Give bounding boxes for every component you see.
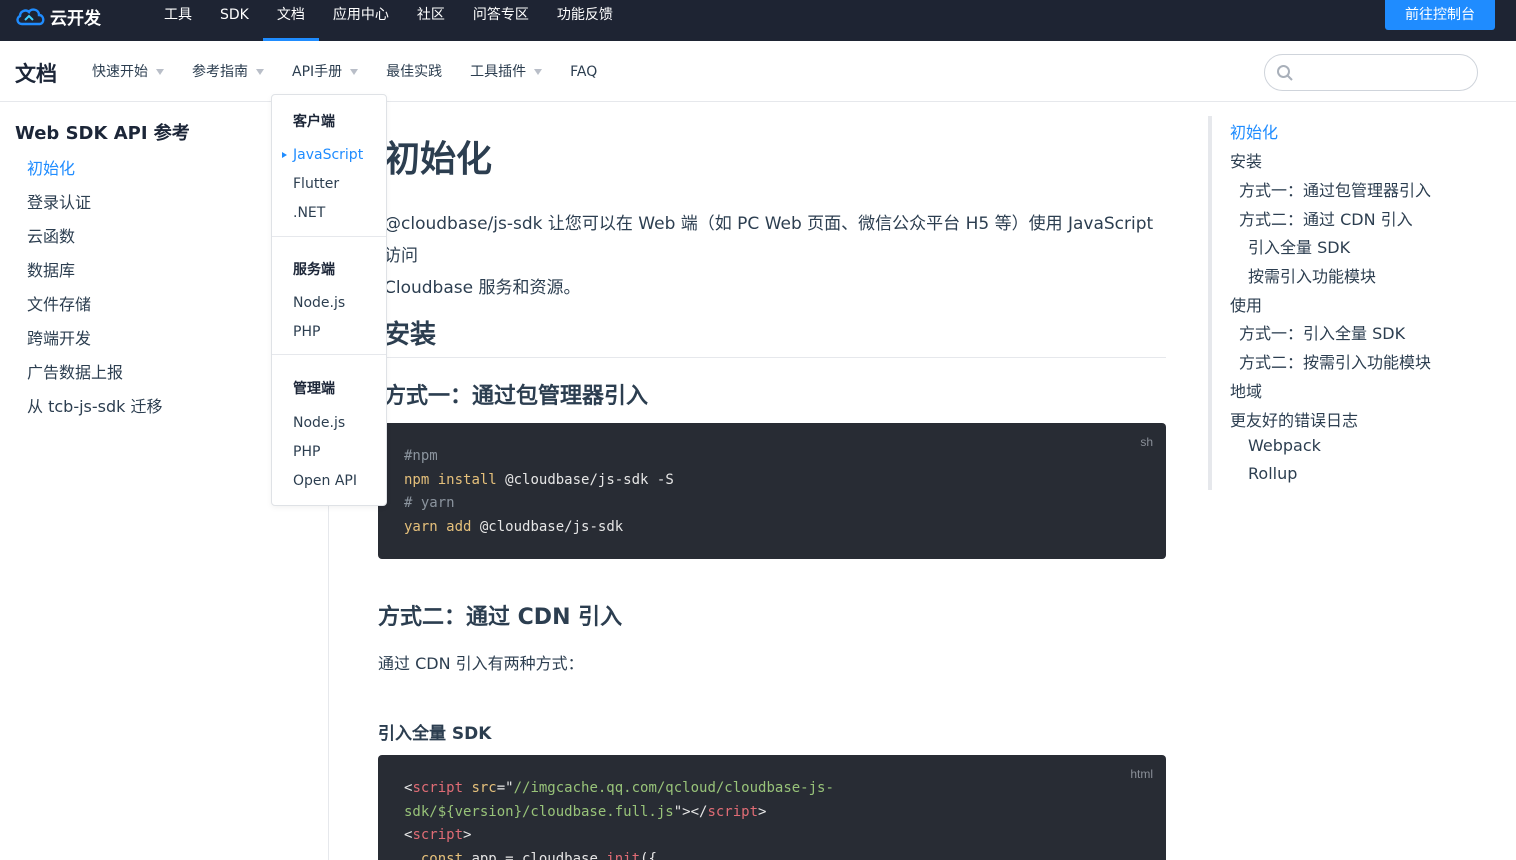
- code-line: sdk/${version}/cloudbase.full.js"></scri…: [404, 803, 767, 820]
- main-content: 初始化 @cloudbase/js-sdk 让您可以在 Web 端（如 PC W…: [329, 102, 1209, 860]
- toc-item[interactable]: 安装: [1230, 148, 1262, 172]
- logo[interactable]: 云开发: [14, 4, 101, 29]
- heading-install: 安装: [384, 314, 1166, 358]
- heading-method2: 方式二：通过 CDN 引入: [378, 605, 623, 630]
- console-button[interactable]: 前往控制台: [1385, 0, 1495, 30]
- caret-down-icon: [156, 68, 164, 75]
- heading-full-sdk: 引入全量 SDK: [378, 724, 492, 744]
- topnav-docs[interactable]: 文档: [262, 0, 319, 41]
- search-icon: [1277, 65, 1293, 81]
- toc-item[interactable]: 方式一：通过包管理器引入: [1239, 177, 1431, 201]
- sidebar-item-storage[interactable]: 文件存储: [27, 293, 163, 327]
- dropdown-divider: [272, 354, 386, 355]
- sidebar-title: Web SDK API 参考: [15, 123, 190, 144]
- dropdown-heading-client: 客户端: [293, 114, 335, 130]
- subnav-best-practice[interactable]: 最佳实践: [372, 41, 456, 102]
- code-block-sh: sh #npm npm install @cloudbase/js-sdk -S #…: [378, 423, 1166, 559]
- toc-item[interactable]: 方式二：通过 CDN 引入: [1239, 206, 1413, 230]
- intro-line: Cloudbase 服务和资源。: [384, 278, 581, 298]
- code-lang-label: html: [1130, 767, 1153, 781]
- topnav-tools[interactable]: 工具: [150, 0, 206, 41]
- sidebar-list: 初始化 登录认证 云函数 数据库 文件存储 跨端开发 广告数据上报 从 tcb-…: [27, 157, 163, 429]
- top-nav: 工具 SDK 文档 应用中心 社区 问答专区 功能反馈: [150, 0, 627, 41]
- caret-down-icon: [534, 68, 543, 75]
- sidebar-item-cross-platform[interactable]: 跨端开发: [27, 327, 163, 361]
- intro-line: @cloudbase/js-sdk 让您可以在 Web 端（如 PC Web 页…: [384, 214, 1154, 266]
- toc-item[interactable]: 地域: [1230, 378, 1262, 402]
- dropdown-item-open-api[interactable]: Open API: [293, 473, 357, 489]
- logo-text: 云开发: [50, 9, 101, 29]
- topnav-app-center[interactable]: 应用中心: [319, 0, 403, 41]
- sidebar-item-functions[interactable]: 云函数: [27, 225, 163, 259]
- dropdown-item-flutter[interactable]: Flutter: [293, 176, 339, 192]
- dropdown-item-dotnet[interactable]: .NET: [293, 205, 325, 221]
- toc-item[interactable]: 方式二：按需引入功能模块: [1239, 349, 1431, 373]
- topnav-qa[interactable]: 问答专区: [459, 0, 543, 41]
- dropdown-heading-admin: 管理端: [293, 381, 335, 397]
- code-line: npm install @cloudbase/js-sdk -S: [404, 471, 674, 488]
- toc-item[interactable]: 使用: [1230, 292, 1262, 316]
- toc-item[interactable]: Webpack: [1248, 436, 1321, 455]
- api-manual-dropdown: 客户端 JavaScript Flutter .NET 服务端 Node.js …: [271, 94, 387, 506]
- toc-item[interactable]: 方式一：引入全量 SDK: [1239, 320, 1405, 344]
- intro-paragraph: @cloudbase/js-sdk 让您可以在 Web 端（如 PC Web 页…: [384, 208, 1169, 304]
- dropdown-item-server-nodejs[interactable]: Node.js: [293, 295, 345, 311]
- caret-down-icon: [256, 68, 264, 75]
- code-line: #npm: [404, 448, 438, 464]
- dropdown-item-server-php[interactable]: PHP: [293, 324, 320, 340]
- cloud-logo-icon: [16, 7, 45, 25]
- dropdown-heading-server: 服务端: [293, 262, 335, 278]
- cdn-text: 通过 CDN 引入有两种方式：: [378, 654, 584, 673]
- toc-item[interactable]: Rollup: [1248, 464, 1297, 483]
- subnav-label: 最佳实践: [386, 63, 443, 80]
- sidebar-item-database[interactable]: 数据库: [27, 259, 163, 293]
- dropdown-divider: [272, 236, 386, 237]
- topnav-feedback[interactable]: 功能反馈: [543, 0, 627, 41]
- page-title: 初始化: [384, 139, 493, 180]
- toc-item[interactable]: 按需引入功能模块: [1248, 263, 1376, 287]
- subnav-tools-plugins[interactable]: 工具插件: [456, 41, 556, 102]
- code-block-html: html <script src="//imgcache.qq.com/qclo…: [378, 755, 1166, 860]
- toc-item[interactable]: 初始化: [1230, 119, 1278, 143]
- sidebar-item-migrate[interactable]: 从 tcb-js-sdk 迁移: [27, 395, 163, 429]
- dropdown-item-admin-nodejs[interactable]: Node.js: [293, 415, 345, 431]
- toc-item[interactable]: 引入全量 SDK: [1248, 234, 1350, 258]
- code-line: <script>: [404, 827, 472, 843]
- sub-nav: 文档 快速开始 参考指南 API手册 最佳实践 工具插件 FAQ: [0, 41, 1516, 102]
- code-line: const app = cloudbase.init({: [420, 850, 657, 860]
- code-lines: #npm npm install @cloudbase/js-sdk -S # ya…: [404, 445, 674, 539]
- code-lines: <script src="//imgcache.qq.com/qcloud/cl…: [404, 777, 834, 860]
- code-line: # yarn: [404, 495, 455, 511]
- subnav-label: 快速开始: [92, 63, 148, 80]
- top-bar: 云开发 工具 SDK 文档 应用中心 社区 问答专区 功能反馈 前往控制台: [0, 0, 1516, 41]
- sidebar-item-ad-report[interactable]: 广告数据上报: [27, 361, 163, 395]
- sidebar-item-auth[interactable]: 登录认证: [27, 191, 163, 225]
- caret-down-icon: [350, 68, 359, 75]
- subnav-label: 工具插件: [470, 63, 527, 80]
- dropdown-item-admin-php[interactable]: PHP: [293, 444, 320, 460]
- topnav-community[interactable]: 社区: [403, 0, 459, 41]
- code-line: <script src="//imgcache.qq.com/qcloud/cl…: [404, 780, 834, 796]
- subnav-quick-start[interactable]: 快速开始: [78, 41, 178, 102]
- topnav-sdk[interactable]: SDK: [206, 0, 263, 41]
- subnav-label: 参考指南: [192, 63, 248, 80]
- code-lang-label: sh: [1140, 435, 1153, 449]
- subnav-menu: 快速开始 参考指南 API手册 最佳实践 工具插件 FAQ: [78, 41, 611, 102]
- heading-method1: 方式一：通过包管理器引入: [384, 384, 649, 409]
- table-of-contents: 初始化 安装 方式一：通过包管理器引入 方式二：通过 CDN 引入 引入全量 S…: [1208, 116, 1508, 490]
- docs-title[interactable]: 文档: [15, 58, 57, 88]
- search-input[interactable]: [1264, 54, 1478, 91]
- subnav-api-manual[interactable]: API手册: [278, 41, 372, 102]
- subnav-guide[interactable]: 参考指南: [178, 41, 278, 102]
- code-line: yarn add @cloudbase/js-sdk: [404, 518, 624, 535]
- dropdown-item-javascript[interactable]: JavaScript: [281, 147, 363, 163]
- toc-item[interactable]: 更友好的错误日志: [1230, 407, 1358, 431]
- subnav-label: FAQ: [570, 63, 598, 80]
- subnav-faq[interactable]: FAQ: [556, 41, 611, 102]
- sidebar-item-init[interactable]: 初始化: [27, 157, 163, 191]
